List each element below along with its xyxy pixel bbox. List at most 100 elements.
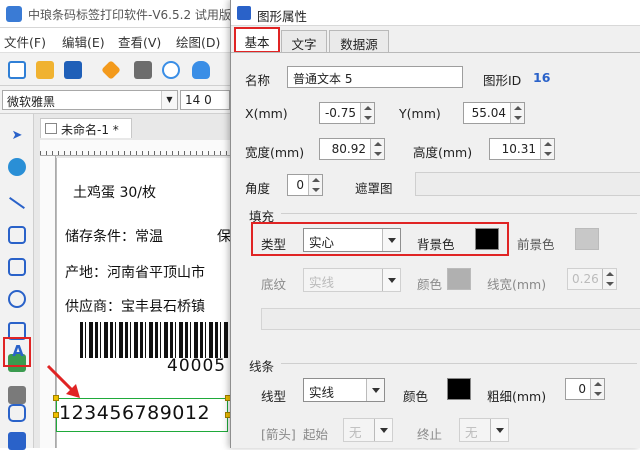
rounded-rect-tool-icon[interactable] [8,258,26,276]
height-value: 10.31 [501,142,536,156]
spinner-arrows-icon[interactable] [360,103,374,123]
y-spinner[interactable]: 55.04 [463,102,525,124]
menu-edit[interactable]: 编辑(E) [62,32,105,51]
new-icon[interactable] [8,61,26,79]
tab-text[interactable]: 文字 [281,30,327,52]
font-size-value: 14 0 [185,93,212,107]
open-folder-icon[interactable] [36,61,54,79]
arrow-end-label: 终止 [417,427,443,442]
pattern-select[interactable]: 实线 [303,268,401,292]
x-value: -0.75 [324,106,356,120]
dialog-title-bar[interactable]: 图形属性 [231,0,640,26]
rich-text-tool-icon[interactable] [8,404,26,422]
spinner-arrows-icon[interactable] [370,139,384,159]
line-color-swatch[interactable] [447,378,471,400]
font-family-select[interactable]: 微软雅黑 ▼ [2,90,178,110]
preview-icon[interactable] [162,61,180,79]
divider [281,363,637,364]
y-label: Y(mm) [399,106,441,121]
label-line-storage[interactable]: 储存条件：常温 [65,226,163,246]
save-icon[interactable] [64,61,82,79]
line-width-spinner[interactable]: 0.26 [567,268,617,290]
foreground-color-label: 前景色 [517,237,555,252]
barcode-digits: 40005 [167,356,227,376]
spinner-arrows-icon[interactable] [540,139,554,159]
line-width-value: 0.26 [572,272,599,286]
angle-spinner[interactable]: 0 [287,174,323,196]
line-type-select[interactable]: 实线 [303,378,385,402]
pattern-label: 底纹 [261,277,287,292]
line-type-label: 线型 [261,389,287,404]
app-title: 中琅条码标签打印软件-V6.5.2 试用版 [28,8,231,22]
tab-datasource[interactable]: 数据源 [329,30,389,52]
arrow-start-label: 起始 [303,427,329,442]
label-line-product[interactable]: 土鸡蛋 30/枚 [73,182,156,202]
id-value: 16 [533,70,551,85]
vertical-ruler [40,156,56,448]
dialog-title: 图形属性 [257,9,308,24]
label-line-supplier[interactable]: 供应商：宝丰县石桥镇 [65,296,205,316]
barcode-tool-icon[interactable] [8,386,26,404]
divider [281,213,637,214]
print-icon[interactable] [134,61,152,79]
settings-diamond-icon[interactable] [101,60,121,80]
left-tool-panel: ➤ A [0,114,34,450]
x-spinner[interactable]: -0.75 [319,102,375,124]
line-group-label: 线条 [249,359,275,374]
spinner-arrows-icon[interactable] [602,269,616,289]
menu-view[interactable]: 查看(V) [118,32,161,51]
rectangle-tool-icon[interactable] [8,226,26,244]
properties-dialog: 图形属性 基本 文字 数据源 名称 普通文本 5 图形ID 16 X(mm) -… [230,0,640,448]
mask-image-label: 遮罩图 [355,181,393,196]
menu-draw[interactable]: 绘图(D) [176,32,220,51]
thickness-value: 0 [578,382,586,396]
foreground-color-swatch[interactable] [575,228,599,250]
pan-icon[interactable] [8,158,26,176]
angle-label: 角度 [245,181,271,196]
table-tool-icon[interactable] [8,432,26,450]
mask-image-field[interactable] [415,172,640,196]
label-line-storage-tail[interactable]: 保 [217,226,231,246]
dialog-app-icon [237,6,251,20]
menu-file[interactable]: 文件(F) [4,32,46,51]
x-label: X(mm) [245,106,288,121]
line-type-value: 实线 [309,385,335,400]
arrow-end-select[interactable]: 无 [459,418,509,442]
spinner-arrows-icon[interactable] [590,379,604,399]
pattern-color-label: 颜色 [417,277,443,292]
selection-box[interactable] [56,398,228,432]
chevron-down-icon [366,379,384,401]
name-field[interactable]: 普通文本 5 [287,66,463,88]
database-icon[interactable] [192,61,210,79]
font-size-select[interactable]: 14 0 [180,90,230,110]
barcode-graphic[interactable] [80,322,230,358]
chevron-down-icon [374,419,392,441]
arrow-label: [箭头] [261,427,296,442]
chevron-down-icon [382,269,400,291]
width-label: 宽度(mm) [245,145,305,160]
thickness-label: 粗细(mm) [487,389,547,404]
spinner-arrows-icon[interactable] [308,175,322,195]
spinner-arrows-icon[interactable] [510,103,524,123]
annotation-arrow-icon [46,364,80,398]
thickness-spinner[interactable]: 0 [565,378,605,400]
chevron-down-icon [490,419,508,441]
arrow-start-select[interactable]: 无 [343,418,393,442]
height-spinner[interactable]: 10.31 [489,138,555,160]
pattern-color-swatch[interactable] [447,268,471,290]
document-tab[interactable]: 未命名-1 * [40,118,132,138]
text-tool-highlight [3,337,31,367]
line-tool-icon[interactable] [8,194,26,212]
pattern-preview-bar [261,308,640,330]
select-pointer-icon[interactable]: ➤ [8,126,26,144]
ellipse-tool-icon[interactable] [8,290,26,308]
line-width-label: 线宽(mm) [487,277,547,292]
label-line-origin[interactable]: 产地：河南省平顶山市 [65,262,205,282]
resize-handle[interactable] [53,412,59,418]
y-value: 55.04 [471,106,506,120]
chevron-down-icon: ▼ [161,91,177,109]
arrow-end-value: 无 [465,425,478,440]
tab-basic-highlight [234,27,280,53]
id-label: 图形ID [483,73,522,88]
width-spinner[interactable]: 80.92 [319,138,385,160]
